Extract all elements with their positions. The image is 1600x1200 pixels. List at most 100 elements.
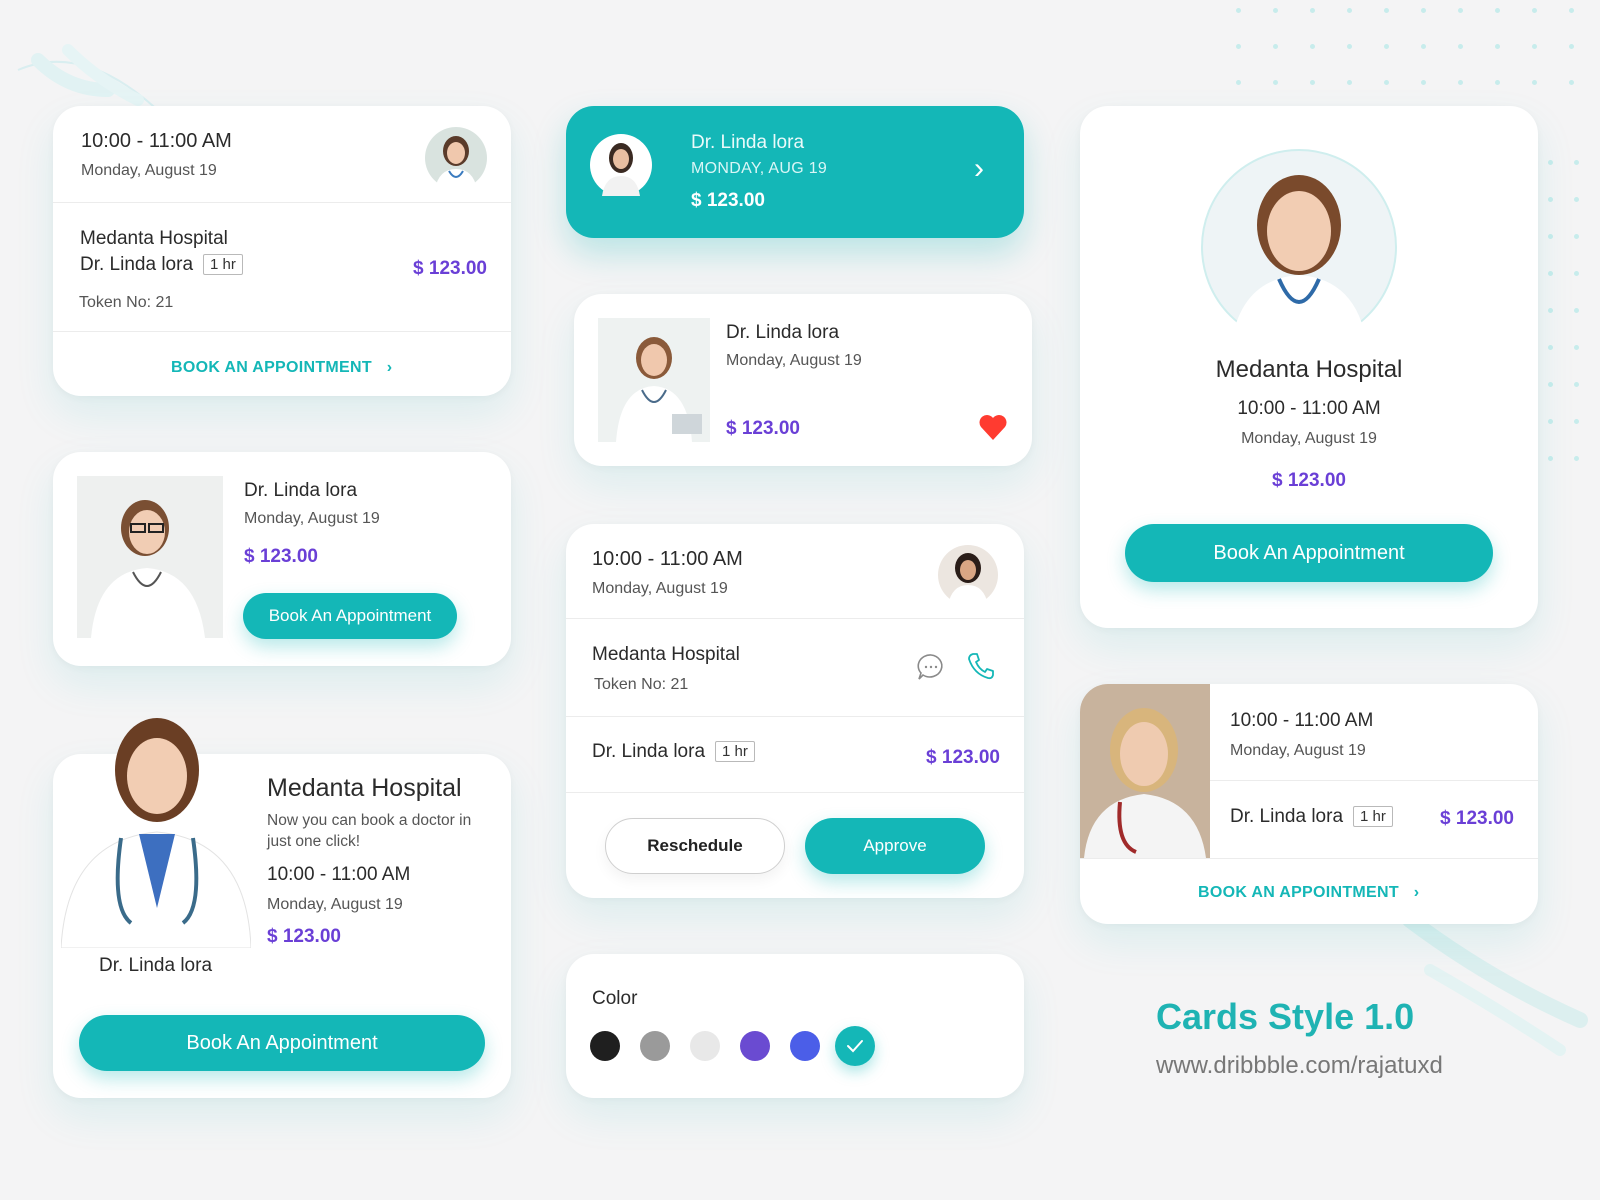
doctor-photo (60, 708, 252, 953)
color-swatch[interactable] (690, 1031, 720, 1061)
date-label: MONDAY, AUG 19 (691, 160, 828, 177)
book-appointment-button[interactable]: Book An Appointment (79, 1015, 485, 1071)
decorative-dot (1495, 80, 1500, 85)
appointment-card-detailed: 10:00 - 11:00 AM Monday, August 19 Medan… (53, 106, 511, 396)
decorative-dot (1236, 8, 1241, 13)
decorative-dot (1532, 80, 1537, 85)
decorative-dot (1236, 44, 1241, 49)
decorative-dot (1574, 345, 1579, 350)
doctor-avatar-large (1201, 149, 1397, 350)
doctor-photo (77, 476, 223, 643)
decorative-dot (1574, 382, 1579, 387)
decorative-dot (1310, 80, 1315, 85)
decorative-dot (1548, 419, 1553, 424)
color-picker-card: Color (566, 954, 1024, 1098)
book-appointment-button[interactable]: Book An Appointment (243, 593, 457, 639)
chevron-right-icon: › (1413, 884, 1420, 901)
date-label: Monday, August 19 (592, 580, 728, 597)
date-label: Monday, August 19 (1241, 430, 1377, 447)
decorative-dot (1347, 8, 1352, 13)
decorative-dot (1347, 80, 1352, 85)
reschedule-button[interactable]: Reschedule (605, 818, 785, 874)
color-swatch[interactable] (835, 1026, 875, 1066)
decorative-dot (1548, 271, 1553, 276)
decorative-dot (1495, 8, 1500, 13)
price: $ 123.00 (267, 926, 341, 947)
appointment-card-photo: 10:00 - 11:00 AM Monday, August 19 Dr. L… (1080, 684, 1538, 924)
doctor-name: Dr. Linda lora (99, 955, 213, 976)
hospital-name: Medanta Hospital (592, 644, 740, 665)
brand-url: www.dribbble.com/rajatuxd (1156, 1052, 1443, 1079)
decorative-dot (1421, 8, 1426, 13)
color-swatch[interactable] (590, 1031, 620, 1061)
decorative-dot (1574, 308, 1579, 313)
decorative-dot (1574, 456, 1579, 461)
price: $ 123.00 (726, 418, 800, 439)
token-number: Token No: 21 (79, 294, 174, 311)
duration-badge: 1 hr (715, 741, 755, 763)
doctor-avatar (590, 134, 652, 196)
decorative-dot (1569, 80, 1574, 85)
price: $ 123.00 (1440, 808, 1514, 829)
appointment-approval-card: 10:00 - 11:00 AM Monday, August 19 Medan… (566, 524, 1024, 898)
book-appointment-link[interactable]: BOOK AN APPOINTMENT › (1198, 884, 1419, 902)
decorative-dot (1458, 8, 1463, 13)
date-label: Monday, August 19 (267, 896, 403, 913)
tagline: Now you can book a doctor in just one cl… (267, 812, 472, 850)
leaf-decoration (1402, 912, 1588, 1056)
chevron-right-icon: › (386, 359, 393, 376)
decorative-dot (1548, 160, 1553, 165)
approve-button[interactable]: Approve (805, 818, 985, 874)
color-swatch[interactable] (640, 1031, 670, 1061)
doctor-booking-card: Dr. Linda lora Monday, August 19 $ 123.0… (53, 452, 511, 666)
duration-badge: 1 hr (1353, 806, 1393, 828)
decorative-dot (1347, 44, 1352, 49)
decorative-dot (1574, 271, 1579, 276)
appointment-card-teal[interactable]: Dr. Linda lora MONDAY, AUG 19 $ 123.00 › (566, 106, 1024, 238)
doctor-name: Dr. Linda lora (1230, 806, 1344, 827)
decorative-dot (1548, 197, 1553, 202)
doctor-photo (1080, 684, 1210, 863)
decorative-dot (1384, 80, 1389, 85)
date-label: Monday, August 19 (1230, 742, 1366, 759)
date-label: Monday, August 19 (244, 510, 380, 527)
doctor-name: Dr. Linda lora (691, 132, 805, 153)
chat-icon[interactable] (916, 652, 946, 687)
decorative-dot (1574, 419, 1579, 424)
price: $ 123.00 (1272, 470, 1346, 491)
decorative-dot (1574, 234, 1579, 239)
time-range: 10:00 - 11:00 AM (267, 864, 411, 885)
decorative-dot (1532, 8, 1537, 13)
decorative-dot (1273, 80, 1278, 85)
decorative-dot (1384, 8, 1389, 13)
chevron-right-icon[interactable]: › (974, 152, 984, 186)
hospital-promo-card: Dr. Linda lora Medanta Hospital Now you … (53, 718, 511, 1098)
phone-icon[interactable] (966, 651, 996, 686)
brand-title: Cards Style 1.0 (1156, 996, 1415, 1037)
doctor-avatar (425, 127, 487, 189)
book-appointment-button[interactable]: Book An Appointment (1125, 524, 1493, 582)
decorative-dot (1273, 44, 1278, 49)
decorative-dot (1548, 345, 1553, 350)
price: $ 123.00 (244, 546, 318, 567)
hospital-name: Medanta Hospital (1215, 356, 1403, 383)
decorative-dot (1236, 80, 1241, 85)
time-range: 10:00 - 11:00 AM (1237, 398, 1381, 419)
price: $ 123.00 (413, 258, 487, 279)
decorative-dot (1548, 382, 1553, 387)
decorative-dot (1548, 308, 1553, 313)
color-swatch[interactable] (740, 1031, 770, 1061)
decorative-dot (1310, 44, 1315, 49)
hospital-name: Medanta Hospital (267, 774, 462, 802)
decorative-dot (1458, 80, 1463, 85)
color-swatch[interactable] (790, 1031, 820, 1061)
duration-badge: 1 hr (203, 254, 243, 276)
decorative-dot (1574, 197, 1579, 202)
time-range: 10:00 - 11:00 AM (592, 548, 743, 570)
doctor-name: Dr. Linda lora (244, 480, 358, 501)
heart-icon[interactable] (978, 414, 1008, 445)
decorative-dot (1384, 44, 1389, 49)
date-label: Monday, August 19 (726, 352, 862, 369)
decorative-dot (1495, 44, 1500, 49)
book-appointment-link[interactable]: BOOK AN APPOINTMENT › (171, 359, 392, 377)
